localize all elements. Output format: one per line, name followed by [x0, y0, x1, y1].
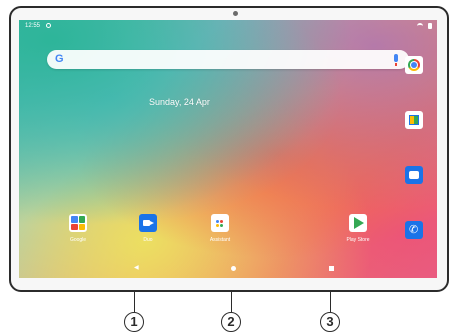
duo-tile [139, 214, 157, 232]
assistant-dot [216, 220, 219, 223]
google-folder-icon [69, 214, 87, 232]
photos-icon [409, 115, 419, 125]
google-mini-icon [71, 216, 78, 223]
play-store-icon [354, 217, 364, 229]
chrome-app[interactable] [405, 56, 423, 74]
callout-line-3 [330, 292, 331, 312]
status-time: 12:55 [25, 23, 41, 29]
app-label: Assistant [209, 237, 231, 243]
recents-button[interactable] [329, 266, 334, 271]
assistant-icon [216, 220, 224, 227]
app-label: Google [69, 237, 87, 243]
duo-icon [143, 220, 154, 226]
photos-app[interactable] [405, 111, 423, 129]
callout-line-1 [134, 292, 135, 312]
assistant-dot [216, 224, 219, 227]
assistant-tile [211, 214, 229, 232]
page: 12:55 G Sunday, 24 Apr ✆ Google Duo Assi… [0, 0, 458, 336]
wifi-icon [417, 23, 423, 28]
google-logo-icon: G [55, 53, 64, 65]
google-search-bar[interactable]: G [47, 50, 409, 69]
front-camera [233, 11, 238, 16]
app-label: Duo [143, 237, 153, 243]
duo-app[interactable]: Duo [128, 214, 168, 243]
back-button[interactable]: ◀ [134, 264, 139, 272]
assistant-dot [220, 224, 223, 227]
callout-1: 1 [124, 312, 144, 332]
assistant-app[interactable]: Assistant [200, 214, 240, 243]
google-folder[interactable]: Google [58, 214, 98, 243]
phone-app[interactable]: ✆ [405, 221, 423, 239]
callout-2: 2 [221, 312, 241, 332]
google-notification-icon [46, 23, 51, 28]
callout-3: 3 [320, 312, 340, 332]
messages-app[interactable] [405, 166, 423, 184]
date-widget[interactable]: Sunday, 24 Apr [149, 97, 210, 107]
maps-mini-icon [78, 216, 85, 223]
play-store-tile [349, 214, 367, 232]
home-button[interactable] [231, 266, 236, 271]
chrome-icon [408, 59, 420, 71]
play-store-app[interactable]: Play Store [338, 214, 378, 243]
phone-icon: ✆ [409, 224, 419, 236]
youtube-mini-icon [71, 223, 78, 230]
battery-icon [428, 23, 432, 29]
home-screen: 12:55 G Sunday, 24 Apr ✆ Google Duo Assi… [19, 20, 437, 278]
assistant-dot [220, 220, 223, 223]
callout-line-2 [231, 292, 232, 312]
drive-mini-icon [78, 223, 85, 230]
status-bar: 12:55 [19, 20, 437, 32]
mic-icon[interactable] [394, 54, 398, 66]
app-label: Play Store [346, 237, 370, 243]
messages-icon [409, 171, 419, 179]
